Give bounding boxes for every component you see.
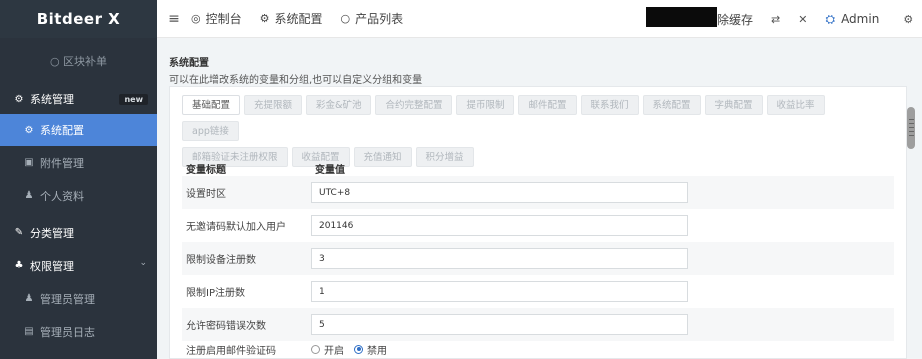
tab-item[interactable]: 字典配置 <box>704 95 763 115</box>
radio-enable[interactable] <box>311 344 320 354</box>
tab-item[interactable]: 邮件配置 <box>518 95 577 115</box>
top-navbar: ≡ ◎ 控制台 ⚙ 系统配置 ○ 产品列表 除缓存 ⇄ ✕ ⛭ Admin ⚙ <box>157 0 922 38</box>
row-label: 允许密码错误次数 <box>186 321 266 332</box>
sidebar-item-label: 系统配置 <box>40 124 84 137</box>
timezone-input[interactable] <box>311 182 688 203</box>
row-label: 设置时区 <box>186 189 226 200</box>
tab-item[interactable]: 联系我们 <box>580 95 639 115</box>
tab-item[interactable]: 合约完整配置 <box>375 95 453 115</box>
nav-dashboard[interactable]: ◎ 控制台 <box>191 10 242 27</box>
user-icon: ♟ <box>24 293 34 304</box>
admin-avatar-icon[interactable]: ⛭ <box>825 12 835 27</box>
sidebar-item-label: 分类管理 <box>30 226 74 240</box>
hamburger-menu-icon[interactable]: ≡ <box>157 11 191 27</box>
gear-icon: ⚙ <box>259 12 270 25</box>
fullscreen-icon[interactable]: ✕ <box>798 13 807 26</box>
table-row: 设置时区 <box>182 176 894 209</box>
table-row: 注册启用邮件验证码 开启 禁用 <box>182 339 894 359</box>
password-error-limit-input[interactable] <box>311 314 688 335</box>
table-row: 无邀请码默认加入用户 <box>182 209 894 242</box>
page-header: 系统配置 可以在此增改系统的变量和分组,也可以自定义分组和变量 <box>169 54 422 86</box>
row-label: 注册启用邮件验证码 <box>186 345 276 357</box>
chevron-down-icon: ⌄ <box>139 258 147 268</box>
settings-gears-icon[interactable]: ⚙ <box>903 13 913 26</box>
language-icon[interactable]: ⇄ <box>771 13 780 26</box>
vertical-scrollbar-thumb[interactable] <box>907 107 915 149</box>
email-verify-radio-group: 开启 禁用 <box>311 342 387 357</box>
sidebar-item-label: 系统管理 <box>30 93 74 106</box>
row-label: 限制IP注册数 <box>186 288 245 299</box>
file-image-icon: ▣ <box>24 157 34 168</box>
sidebar-item-system-manage[interactable]: ⚙ 系统管理 new <box>0 84 157 114</box>
row-label: 无邀请码默认加入用户 <box>186 222 286 233</box>
sidebar-item-category[interactable]: ✎ 分类管理 <box>0 212 157 249</box>
tab-item[interactable]: 基础配置 <box>182 95 241 115</box>
table-row: 限制IP注册数 <box>182 275 894 308</box>
sidebar-item-admin-log[interactable]: ▤ 管理员日志 <box>0 315 157 348</box>
sidebar-item-label: 个人资料 <box>40 189 84 203</box>
tab-item[interactable]: 充提限额 <box>244 95 303 115</box>
clear-cache-button[interactable]: 除缓存 <box>717 11 753 28</box>
new-badge: new <box>119 94 148 105</box>
sidebar-item-system-config[interactable]: ⚙ 系统配置 <box>0 114 157 146</box>
nav-label: 产品列表 <box>355 12 404 26</box>
sidebar: Bitdeer X ○ 区块补单 ⚙ 系统管理 new ⚙ 系统配置 ▣ 附件管… <box>0 0 157 359</box>
main-content: 系统配置 可以在此增改系统的变量和分组,也可以自定义分组和变量 基础配置 充提限额… <box>157 38 922 359</box>
sidebar-item-attachment[interactable]: ▣ 附件管理 <box>0 146 157 179</box>
page-subtitle: 可以在此增改系统的变量和分组,也可以自定义分组和变量 <box>169 75 423 86</box>
column-header-title: 变量标题 <box>186 164 226 176</box>
gear-icon: ⚙ <box>24 124 34 136</box>
users-icon: ♣ <box>14 260 24 271</box>
column-header-value: 变量值 <box>315 164 345 176</box>
tab-item[interactable]: 系统配置 <box>642 95 701 115</box>
nav-label: 控制台 <box>205 12 242 26</box>
page-title: 系统配置 <box>169 58 209 69</box>
sidebar-item-label: 管理员管理 <box>40 292 95 306</box>
user-icon: ♟ <box>24 190 34 201</box>
dashboard-icon: ◎ <box>191 12 201 25</box>
sidebar-item-profile[interactable]: ♟ 个人资料 <box>0 179 157 212</box>
default-invite-user-input[interactable] <box>311 215 688 236</box>
nav-label: 系统配置 <box>274 12 323 26</box>
sidebar-item-label: 权限管理 <box>30 259 74 273</box>
tab-item[interactable]: app链接 <box>182 121 239 141</box>
gears-icon: ⚙ <box>14 93 24 105</box>
tab-item[interactable]: 提币限制 <box>456 95 515 115</box>
tab-item[interactable]: 收益比率 <box>766 95 825 115</box>
table-row: 允许密码错误次数 <box>182 308 894 341</box>
sidebar-item-permission[interactable]: ♣ 权限管理 ⌄ <box>0 249 157 282</box>
sidebar-item-label: 管理员日志 <box>40 325 95 339</box>
list-alt-icon: ▤ <box>24 326 34 337</box>
nav-product-list[interactable]: ○ 产品列表 <box>341 10 404 27</box>
leaf-icon: ✎ <box>14 227 24 238</box>
admin-user-menu[interactable]: Admin <box>841 12 879 26</box>
radio-disable-label[interactable]: 禁用 <box>367 342 387 357</box>
row-label: 限制设备注册数 <box>186 255 256 266</box>
radio-enable-label[interactable]: 开启 <box>324 342 344 357</box>
redacted-area <box>646 7 717 27</box>
ip-limit-input[interactable] <box>311 281 688 302</box>
nav-system-config[interactable]: ⚙ 系统配置 <box>260 10 323 27</box>
sidebar-item-block-supplement[interactable]: ○ 区块补单 <box>0 38 157 84</box>
circle-icon: ○ <box>340 12 351 25</box>
sidebar-item-admin-manage[interactable]: ♟ 管理员管理 <box>0 282 157 315</box>
table-row: 限制设备注册数 <box>182 242 894 275</box>
app-logo[interactable]: Bitdeer X <box>0 0 157 38</box>
sidebar-item-label: 附件管理 <box>40 156 84 170</box>
tab-item[interactable]: 彩金&矿池 <box>306 95 372 115</box>
device-limit-input[interactable] <box>311 248 688 269</box>
config-panel: 基础配置 充提限额 彩金&矿池 合约完整配置 提币限制 邮件配置 联系我们 系统配置 字典配置收… <box>169 86 907 359</box>
radio-disable[interactable] <box>354 344 363 354</box>
topbar-right: 除缓存 ⇄ ✕ ⛭ Admin ⚙ <box>717 0 913 38</box>
